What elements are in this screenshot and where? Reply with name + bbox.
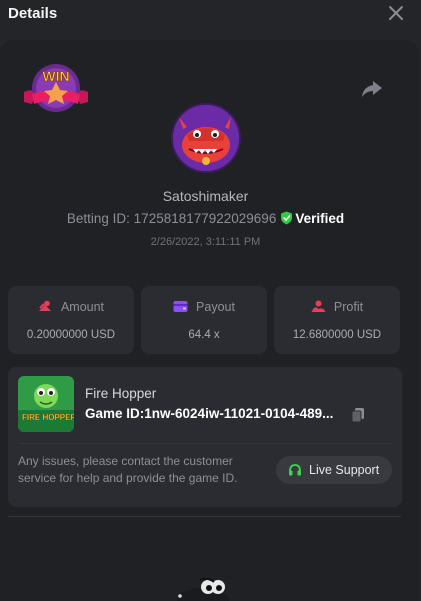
copy-icon[interactable] bbox=[351, 407, 365, 423]
verified-shield-icon bbox=[281, 211, 293, 225]
wallet-icon bbox=[173, 301, 188, 312]
stat-amount-value: 0.20000000 USD bbox=[26, 329, 116, 341]
fire-hopper-thumb-icon: FIRE HOPPER bbox=[18, 376, 74, 432]
stat-payout-label: Payout bbox=[196, 300, 235, 314]
stat-amount-label: Amount bbox=[60, 300, 105, 314]
win-badge-icon: WIN bbox=[24, 64, 88, 112]
stat-profit-label: Profit bbox=[333, 300, 364, 314]
header: Details bbox=[0, 0, 421, 32]
mascot-icon bbox=[177, 577, 229, 601]
page-title: Details bbox=[8, 5, 58, 22]
game-id: Game ID:1nw-6024iw-11021-0104-489... bbox=[85, 406, 341, 421]
share-icon[interactable] bbox=[361, 80, 383, 98]
support-text: Any issues, please contact the customer … bbox=[18, 454, 238, 485]
live-support-button[interactable]: Live Support bbox=[276, 456, 392, 484]
coins-icon bbox=[38, 300, 51, 311]
stat-profit-value: 12.6800000 USD bbox=[292, 329, 382, 341]
stat-payout: Payout 64.4 x bbox=[141, 286, 267, 354]
profit-icon bbox=[311, 300, 326, 312]
stat-amount: Amount 0.20000000 USD bbox=[8, 286, 134, 354]
win-badge-text: WIN bbox=[42, 68, 69, 84]
bet-date: 2/26/2022, 3:11:11 PM bbox=[150, 236, 261, 248]
game-name: Fire Hopper bbox=[85, 386, 157, 401]
betting-id-value: 1725818177922029696 bbox=[133, 211, 277, 226]
game-thumbnail[interactable]: FIRE HOPPER bbox=[18, 376, 74, 432]
verified-label: Verified bbox=[295, 211, 345, 226]
username: Satoshimaker bbox=[162, 188, 249, 204]
game-card: FIRE HOPPER Fire Hopper Game ID:1nw-6024… bbox=[8, 367, 402, 507]
close-icon[interactable] bbox=[387, 4, 405, 22]
betting-id-label: Betting ID: bbox=[66, 211, 130, 226]
live-support-label: Live Support bbox=[309, 463, 380, 477]
stat-profit: Profit 12.6800000 USD bbox=[274, 286, 400, 354]
dragon-avatar-icon bbox=[173, 105, 239, 171]
game-card-divider bbox=[18, 443, 392, 444]
headset-icon bbox=[289, 464, 301, 476]
section-divider bbox=[8, 516, 401, 517]
avatar bbox=[171, 103, 241, 173]
betting-id-row: Betting ID: 1725818177922029696 Verified bbox=[0, 211, 411, 226]
game-thumb-text: FIRE HOPPER bbox=[22, 413, 74, 422]
game-id-label: Game ID: bbox=[85, 406, 145, 421]
game-id-value: 1nw-6024iw-11021-0104-489... bbox=[144, 406, 334, 421]
stat-payout-value: 64.4 x bbox=[188, 329, 220, 341]
